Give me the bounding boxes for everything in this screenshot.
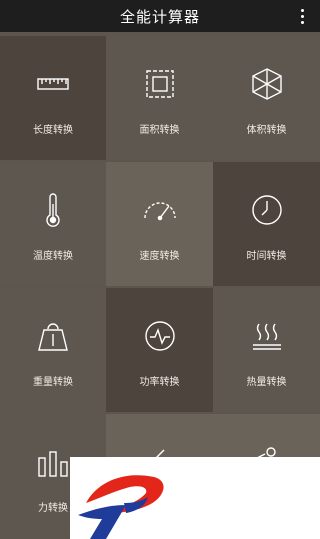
- ruler-icon: [35, 66, 71, 102]
- bar-chart-icon: [35, 444, 71, 480]
- ad-banner[interactable]: [70, 457, 320, 539]
- tile-label: 长度转换: [33, 125, 73, 136]
- title-bar: 全能计算器: [0, 0, 320, 32]
- tile-heat[interactable]: 热量转换: [213, 288, 320, 412]
- tile-label: 速度转换: [139, 251, 180, 262]
- tile-label: 功率转换: [139, 377, 180, 388]
- tile-area[interactable]: 面积转换: [106, 36, 213, 160]
- tile-label: 重量转换: [33, 377, 73, 388]
- tile-label: 温度转换: [33, 251, 73, 262]
- clock-icon: [249, 192, 285, 228]
- speedometer-icon: [142, 192, 178, 228]
- brand-logo: [78, 475, 164, 539]
- tile-label: 热量转换: [246, 377, 287, 388]
- cube-icon: [249, 66, 285, 102]
- tile-volume[interactable]: 体积转换: [213, 36, 320, 160]
- tile-speed[interactable]: 速度转换: [106, 162, 213, 286]
- app-title: 全能计算器: [119, 7, 200, 26]
- tile-length[interactable]: 长度转换: [0, 36, 106, 160]
- tile-label: 体积转换: [246, 125, 287, 136]
- weight-icon: [35, 318, 71, 354]
- power-meter-icon: [142, 318, 178, 354]
- tile-time[interactable]: 时间转换: [213, 162, 320, 286]
- tile-label: 面积转换: [139, 125, 180, 136]
- tile-label: 时间转换: [246, 251, 287, 262]
- tile-weight[interactable]: 重量转换: [0, 288, 106, 412]
- more-vert-icon[interactable]: [294, 6, 310, 26]
- thermometer-icon: [35, 192, 71, 228]
- heat-icon: [249, 318, 285, 354]
- tile-power[interactable]: 功率转换: [106, 288, 213, 412]
- tile-temperature[interactable]: 温度转换: [0, 162, 106, 286]
- area-square-icon: [142, 66, 178, 102]
